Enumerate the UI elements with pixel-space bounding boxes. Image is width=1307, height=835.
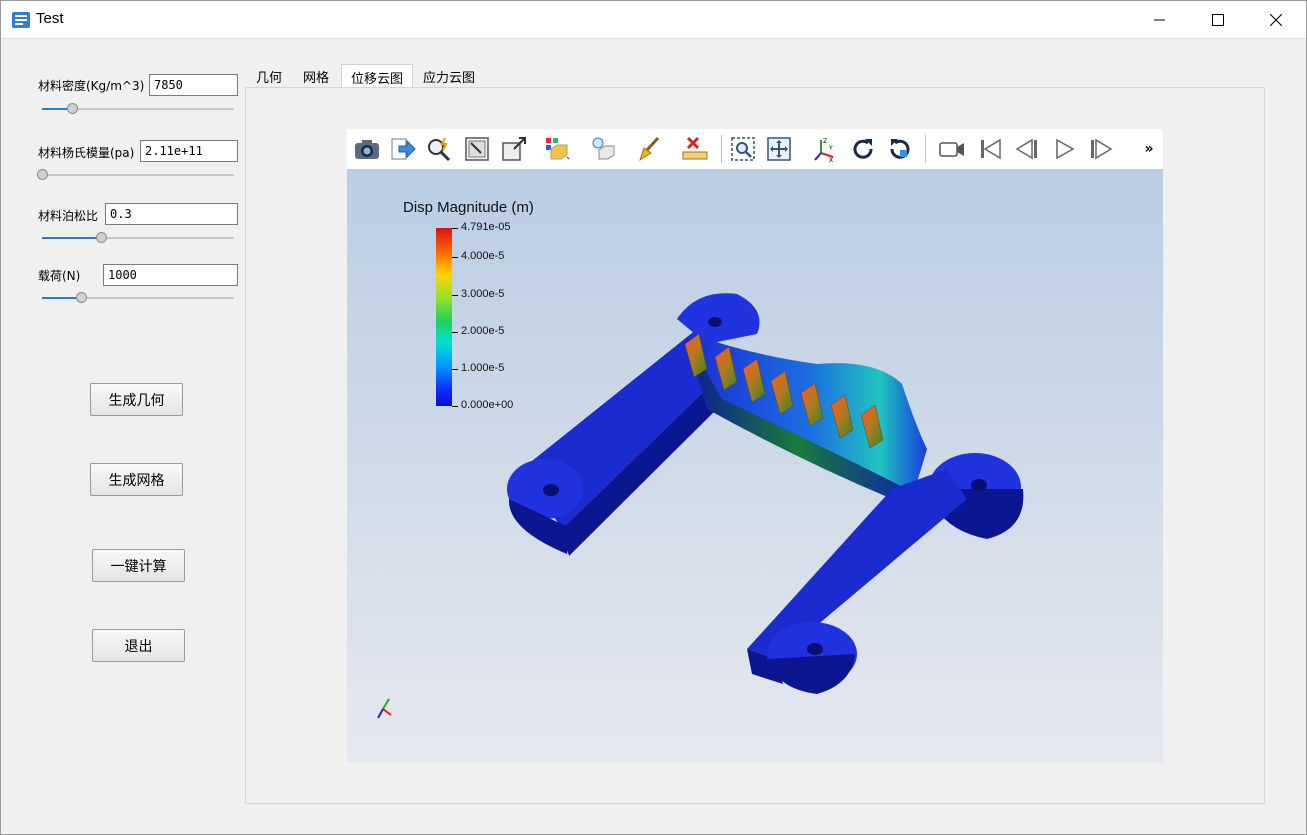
density-slider[interactable] (42, 102, 234, 116)
viewer-toolbar: ZYX » (347, 129, 1163, 170)
rotate-ccw-icon (890, 139, 910, 159)
find-data-icon (428, 137, 451, 162)
slider-thumb[interactable] (76, 292, 88, 303)
rotate-ccw-button[interactable] (884, 133, 916, 165)
ruler-icon (682, 136, 708, 160)
poisson-ratio-label: 材料泊松比 (38, 209, 99, 223)
render-viewer: ZYX » Disp Magnitude (m) 4.791e-05 4.000e… (347, 129, 1163, 762)
zoom-box-button[interactable] (727, 133, 759, 165)
reset-camera-icon (465, 137, 489, 161)
toolbar-separator (721, 135, 722, 163)
camera-icon (355, 140, 379, 159)
representation-button[interactable] (541, 133, 573, 165)
reset-camera-button[interactable] (461, 133, 493, 165)
maximize-icon (1212, 13, 1224, 26)
slider-thumb[interactable] (37, 169, 48, 180)
orientation-axes-icon (377, 698, 392, 719)
youngs-modulus-label: 材料杨氏模量(pa) (38, 146, 135, 160)
axes-orient-button[interactable]: ZYX (809, 133, 841, 165)
clear-button[interactable] (633, 133, 665, 165)
youngs-modulus-input[interactable]: 2.11e+11 (140, 140, 238, 162)
record-camera-icon (939, 142, 964, 157)
fit-button[interactable] (763, 133, 795, 165)
zoom-box-icon (731, 137, 755, 161)
svg-text:Y: Y (828, 145, 833, 152)
zoom-to-data-button[interactable] (498, 133, 530, 165)
model-render (377, 293, 1024, 719)
generate-mesh-button[interactable]: 生成网格 (90, 463, 183, 496)
svg-text:X: X (829, 157, 833, 163)
next-frame-button[interactable] (1085, 133, 1117, 165)
ruler-button[interactable] (679, 133, 711, 165)
more-button[interactable]: » (1139, 133, 1159, 165)
compute-button[interactable]: 一键计算 (92, 549, 185, 582)
poisson-ratio-input[interactable]: 0.3 (105, 203, 238, 225)
load-slider[interactable] (42, 291, 234, 305)
slider-thumb[interactable] (96, 232, 108, 243)
play-button[interactable] (1048, 133, 1080, 165)
prev-frame-button[interactable] (1011, 133, 1043, 165)
toolbar-separator (925, 135, 926, 163)
close-button[interactable] (1247, 1, 1305, 38)
tab-geometry[interactable]: 几何 (247, 64, 291, 88)
camera-button[interactable] (351, 133, 383, 165)
tab-stress[interactable]: 应力云图 (414, 64, 484, 88)
record-camera-button[interactable] (936, 133, 968, 165)
light-icon (592, 137, 615, 160)
fit-icon (767, 137, 791, 161)
prev-frame-icon (1015, 138, 1037, 160)
load-label: 载荷(N) (38, 269, 81, 283)
axes-orient-icon: ZYX (814, 138, 834, 163)
svg-text:Z: Z (823, 138, 827, 145)
minimize-button[interactable] (1131, 1, 1189, 38)
density-input[interactable]: 7850 (149, 74, 238, 96)
next-frame-icon (1091, 138, 1113, 160)
find-data-button[interactable] (423, 133, 455, 165)
tab-mesh[interactable]: 网格 (294, 64, 338, 88)
window-title: Test (36, 10, 64, 27)
first-frame-button[interactable] (974, 133, 1006, 165)
play-icon (1056, 138, 1075, 160)
density-label: 材料密度(Kg/m^3) (38, 79, 145, 93)
tab-displacement[interactable]: 位移云图 (341, 64, 413, 89)
close-icon (1270, 13, 1282, 26)
representation-icon (546, 138, 570, 160)
exit-button[interactable]: 退出 (92, 629, 185, 662)
load-input[interactable]: 1000 (103, 264, 238, 286)
title-bar: Test (1, 1, 1306, 39)
export-button[interactable] (387, 133, 419, 165)
render-canvas[interactable]: Disp Magnitude (m) 4.791e-05 4.000e-5 3.00… (347, 169, 1163, 762)
light-button[interactable] (587, 133, 619, 165)
clear-icon (639, 136, 660, 162)
maximize-button[interactable] (1189, 1, 1247, 38)
rotate-cw-button[interactable] (847, 133, 879, 165)
minimize-icon (1154, 19, 1165, 20)
zoom-to-data-icon (502, 137, 526, 161)
generate-geometry-button[interactable]: 生成几何 (90, 383, 183, 416)
first-frame-icon (981, 138, 1001, 160)
app-icon (12, 12, 30, 28)
slider-thumb[interactable] (67, 103, 79, 114)
export-icon (391, 138, 416, 160)
rotate-cw-icon (853, 139, 873, 159)
poisson-ratio-slider[interactable] (42, 231, 234, 245)
youngs-modulus-slider[interactable] (37, 168, 234, 182)
